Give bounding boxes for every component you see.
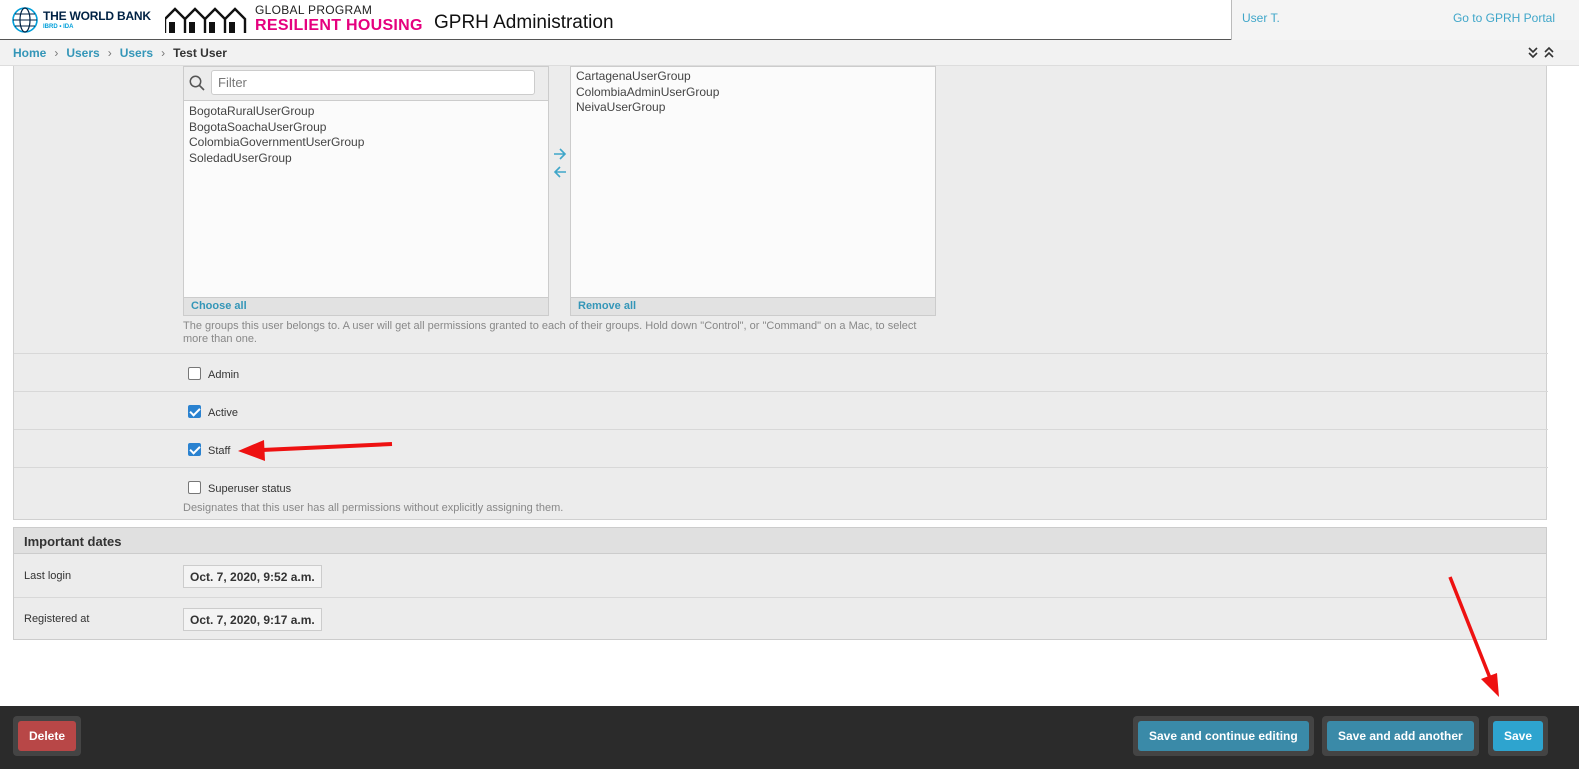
list-item[interactable]: CartagenaUserGroup (576, 69, 719, 85)
gprh-logo[interactable]: GLOBAL PROGRAM RESILIENT HOUSING (165, 2, 423, 36)
list-item[interactable]: ColombiaAdminUserGroup (576, 85, 719, 101)
list-item[interactable]: ColombiaGovernmentUserGroup (189, 135, 364, 151)
breadcrumb: Home › Users › Users › Test User (0, 40, 1579, 66)
chevron-right-icon: › (54, 45, 59, 60)
expand-all-icon[interactable] (1527, 45, 1539, 59)
superuser-label[interactable]: Superuser status (208, 483, 291, 495)
superuser-help: Designates that this user has all permis… (183, 502, 564, 514)
help-line: The groups this user belongs to. A user … (183, 320, 917, 332)
globe-icon (12, 7, 38, 33)
save-and-continue-button[interactable]: Save and continue editing (1138, 721, 1309, 751)
delete-button[interactable]: Delete (18, 721, 77, 751)
important-dates-fieldset: Important dates Last login Oct. 7, 2020,… (13, 527, 1547, 640)
save-and-add-another-button[interactable]: Save and add another (1327, 721, 1474, 751)
admin-row: Admin (14, 353, 1548, 391)
active-row: Active (14, 391, 1548, 429)
groups-help-text: The groups this user belongs to. A user … (183, 320, 943, 346)
houses-icon (165, 7, 247, 33)
wb-name: THE WORLD BANK (43, 9, 151, 23)
list-item[interactable]: SoledadUserGroup (189, 151, 364, 167)
chevron-right-icon: › (161, 45, 166, 60)
admin-label[interactable]: Admin (208, 369, 239, 381)
help-line: more than one. (183, 333, 257, 345)
admin-checkbox[interactable] (188, 367, 201, 380)
staff-row: Staff (14, 429, 1548, 467)
active-checkbox[interactable] (188, 405, 201, 418)
wb-sub: IBRD • IDA (43, 24, 74, 30)
selector-arrows (552, 146, 570, 180)
registered-label: Registered at (24, 613, 90, 625)
search-icon (189, 75, 205, 91)
gprh-line2: RESILIENT HOUSING (255, 17, 423, 34)
chevron-right-icon: › (107, 45, 112, 60)
active-label[interactable]: Active (208, 407, 238, 419)
collapse-controls (1527, 45, 1555, 59)
gprh-line1: GLOBAL PROGRAM (255, 3, 373, 17)
last-login-row: Last login Oct. 7, 2020, 9:52 a.m. (14, 555, 1546, 598)
remove-all-link[interactable]: Remove all (571, 297, 935, 315)
staff-checkbox[interactable] (188, 443, 201, 456)
save-add-wrap: Save and add another (1322, 716, 1479, 756)
registered-value: Oct. 7, 2020, 9:17 a.m. (183, 608, 322, 631)
available-groups-list[interactable]: BogotaRuralUserGroup BogotaSoachaUserGro… (189, 104, 364, 166)
arrow-left-icon[interactable] (552, 164, 568, 180)
site-header: THE WORLD BANK IBRD • IDA GLOBAL PROGRAM… (0, 0, 1579, 40)
user-name-link[interactable]: User T. (1242, 11, 1280, 25)
filter-bar (184, 67, 548, 101)
last-login-value: Oct. 7, 2020, 9:52 a.m. (183, 565, 322, 588)
submit-row: Delete Save and continue editing Save an… (0, 706, 1579, 769)
staff-label[interactable]: Staff (208, 445, 230, 457)
list-item[interactable]: BogotaRuralUserGroup (189, 104, 364, 120)
important-dates-heading: Important dates (14, 528, 1546, 554)
save-button[interactable]: Save (1493, 721, 1544, 751)
collapse-all-icon[interactable] (1543, 45, 1555, 59)
list-item[interactable]: BogotaSoachaUserGroup (189, 120, 364, 136)
chosen-groups-list[interactable]: CartagenaUserGroup ColombiaAdminUserGrou… (576, 69, 719, 116)
breadcrumb-current: Test User (173, 45, 227, 60)
delete-wrap: Delete (13, 716, 82, 756)
available-groups-box: BogotaRuralUserGroup BogotaSoachaUserGro… (183, 66, 549, 316)
world-bank-logo[interactable]: THE WORLD BANK IBRD • IDA (11, 5, 151, 35)
list-item[interactable]: NeivaUserGroup (576, 100, 719, 116)
superuser-row: Superuser status Designates that this us… (14, 467, 1548, 520)
chosen-groups-box: CartagenaUserGroup ColombiaAdminUserGrou… (570, 66, 936, 316)
breadcrumb-users-app[interactable]: Users (66, 46, 99, 60)
choose-all-link[interactable]: Choose all (184, 297, 548, 315)
breadcrumb-users-model[interactable]: Users (120, 46, 153, 60)
breadcrumb-home[interactable]: Home (13, 46, 46, 60)
save-wrap: Save (1488, 716, 1549, 756)
filter-input[interactable] (211, 70, 535, 95)
registered-row: Registered at Oct. 7, 2020, 9:17 a.m. (14, 598, 1546, 641)
permissions-fieldset: BogotaRuralUserGroup BogotaSoachaUserGro… (13, 66, 1548, 520)
site-title: GPRH Administration (434, 12, 614, 33)
superuser-checkbox[interactable] (188, 481, 201, 494)
save-continue-wrap: Save and continue editing (1133, 716, 1314, 756)
arrow-right-icon[interactable] (552, 146, 568, 162)
last-login-label: Last login (24, 570, 72, 582)
user-tools: User T. Go to GPRH Portal (1231, 0, 1579, 40)
portal-link[interactable]: Go to GPRH Portal (1453, 11, 1555, 25)
